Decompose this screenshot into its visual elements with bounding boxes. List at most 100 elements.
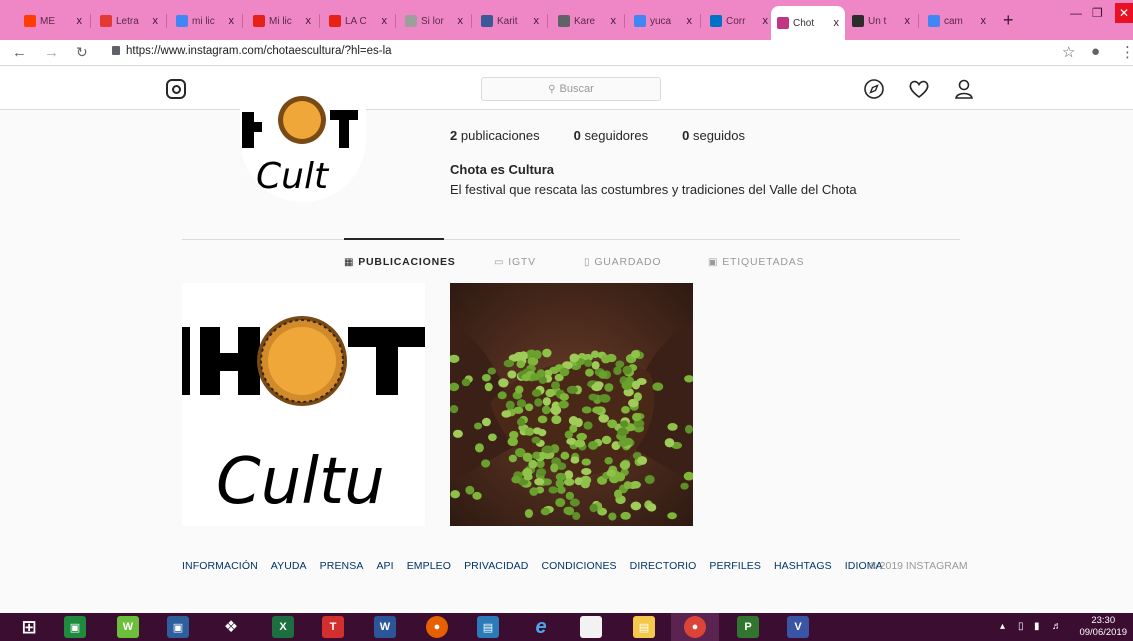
tab-close-icon[interactable]: x [981, 15, 987, 27]
volume-icon[interactable]: ♬ [1052, 621, 1062, 632]
browser-tab[interactable]: Un t x [846, 8, 916, 34]
system-clock[interactable]: 23:30 09/06/2019 [1079, 615, 1127, 639]
pea-shape [542, 445, 554, 454]
tab-close-icon[interactable]: x [834, 17, 840, 29]
browser-tab[interactable]: Letra x [94, 8, 164, 34]
tab-close-icon[interactable]: x [306, 15, 312, 27]
followers-stat[interactable]: 0 seguidores [574, 128, 648, 143]
search-input[interactable]: ⚲ Buscar [481, 77, 661, 101]
excel-icon[interactable]: X [272, 616, 294, 638]
pea-shape [614, 489, 623, 499]
browser-tab[interactable]: Si lor x [399, 8, 469, 34]
profile-icon[interactable] [953, 78, 975, 100]
menu-icon[interactable]: ⋮ [1120, 43, 1133, 61]
footer-link[interactable]: API [376, 560, 393, 572]
network-icon[interactable]: ▮ [1034, 621, 1040, 632]
pea-shape [484, 382, 493, 392]
tab-close-icon[interactable]: x [229, 15, 235, 27]
browser-tab[interactable]: Chot x [771, 6, 845, 40]
tab-publicaciones[interactable]: ▦ PUBLICACIONES [344, 256, 456, 268]
post-thumbnail-peas[interactable] [450, 283, 693, 526]
pea-shape [632, 412, 642, 422]
pea-shape [513, 406, 524, 414]
url-field[interactable]: https://www.instagram.com/chotaescultura… [112, 45, 392, 57]
pea-shape [488, 433, 497, 442]
tab-close-icon[interactable]: x [534, 15, 540, 27]
instagram-logo-icon[interactable] [166, 79, 186, 99]
browser-tab[interactable]: LA C x [323, 8, 393, 34]
word-icon[interactable]: W [374, 616, 396, 638]
firefox-icon[interactable]: ● [426, 616, 448, 638]
tab-close-icon[interactable]: x [382, 15, 388, 27]
account-icon[interactable]: ● [1091, 43, 1100, 60]
tab-close-icon[interactable]: x [611, 15, 617, 27]
pea-shape [592, 406, 603, 414]
footer-link[interactable]: PERFILES [709, 560, 761, 572]
pea-shape [618, 439, 629, 447]
pea-shape [664, 438, 675, 448]
internet-explorer-icon[interactable]: e [530, 616, 552, 638]
reload-icon[interactable]: ↻ [76, 44, 88, 61]
forward-icon[interactable]: → [44, 44, 59, 61]
project-icon[interactable]: P [737, 616, 759, 638]
footer-link[interactable]: DIRECTORIO [630, 560, 697, 572]
footer-link[interactable]: INFORMACIÓN [182, 560, 258, 572]
file-explorer-icon[interactable]: ▤ [633, 616, 655, 638]
footer-link[interactable]: HASHTAGS [774, 560, 832, 572]
files-app-icon[interactable]: ▤ [477, 616, 499, 638]
pea-shape [623, 481, 632, 490]
browser-tab[interactable]: cam x [922, 8, 992, 34]
pea-shape [581, 406, 592, 414]
tab-close-icon[interactable]: x [458, 15, 464, 27]
store-icon[interactable]: ▣ [64, 616, 86, 638]
chrome-icon[interactable]: ● [684, 616, 706, 638]
browser-tab[interactable]: mi lic x [170, 8, 240, 34]
pea-shape [450, 404, 459, 414]
following-stat[interactable]: 0 seguidos [682, 128, 745, 143]
tray-up-arrow-icon[interactable]: ▴ [1000, 621, 1005, 632]
display-app-icon[interactable]: ▣ [167, 616, 189, 638]
igtv-icon: ▭ [494, 256, 505, 268]
clock-date: 09/06/2019 [1079, 627, 1127, 638]
heart-icon[interactable] [908, 78, 930, 100]
windows-start-icon[interactable]: ⊞ [18, 616, 40, 638]
footer-link[interactable]: PRENSA [320, 560, 364, 572]
footer-link[interactable]: PRIVACIDAD [464, 560, 528, 572]
browser-tab[interactable]: Karit x [475, 8, 545, 34]
active-tab-indicator [344, 238, 444, 240]
back-icon[interactable]: ← [12, 44, 27, 61]
browser-tab[interactable]: Corr x [704, 8, 774, 34]
copyright: © 2019 INSTAGRAM [869, 560, 968, 572]
document-icon[interactable] [580, 616, 602, 638]
tab-close-icon[interactable]: x [763, 15, 769, 27]
explore-compass-icon[interactable] [863, 78, 885, 100]
close-window-button[interactable]: ✕ [1115, 3, 1133, 23]
battery-icon[interactable]: ▯ [1018, 621, 1024, 632]
tab-igtv[interactable]: ▭ IGTV [494, 256, 536, 268]
browser-tab[interactable]: Mi lic x [247, 8, 317, 34]
post-peas-image [450, 283, 693, 526]
browser-tab[interactable]: ME x [18, 8, 88, 34]
tab-close-icon[interactable]: x [687, 15, 693, 27]
minimize-button[interactable]: — [1070, 6, 1082, 20]
profile-avatar[interactable]: Cult [240, 92, 366, 202]
tab-guardado[interactable]: ▯ GUARDADO [584, 256, 661, 268]
bookmark-star-icon[interactable]: ☆ [1062, 43, 1075, 61]
tab-close-icon[interactable]: x [905, 15, 911, 27]
wps-app-icon[interactable]: W [117, 616, 139, 638]
footer-link[interactable]: EMPLEO [407, 560, 451, 572]
tab-etiquetadas[interactable]: ▣ ETIQUETADAS [708, 256, 804, 268]
footer-link[interactable]: CONDICIONES [541, 560, 616, 572]
restore-button[interactable]: ❐ [1092, 6, 1103, 20]
dropbox-icon[interactable]: ❖ [220, 616, 242, 638]
footer-link[interactable]: AYUDA [271, 560, 307, 572]
tab-close-icon[interactable]: x [153, 15, 159, 27]
tab-close-icon[interactable]: x [77, 15, 83, 27]
new-tab-button[interactable]: + [1003, 10, 1014, 31]
browser-tab[interactable]: Kare x [552, 8, 622, 34]
browser-tab[interactable]: yuca x [628, 8, 698, 34]
tab-separator [90, 14, 91, 28]
t-app-icon[interactable]: T [322, 616, 344, 638]
post-thumbnail-logo[interactable]: Cultu [182, 283, 425, 526]
visio-icon[interactable]: V [787, 616, 809, 638]
